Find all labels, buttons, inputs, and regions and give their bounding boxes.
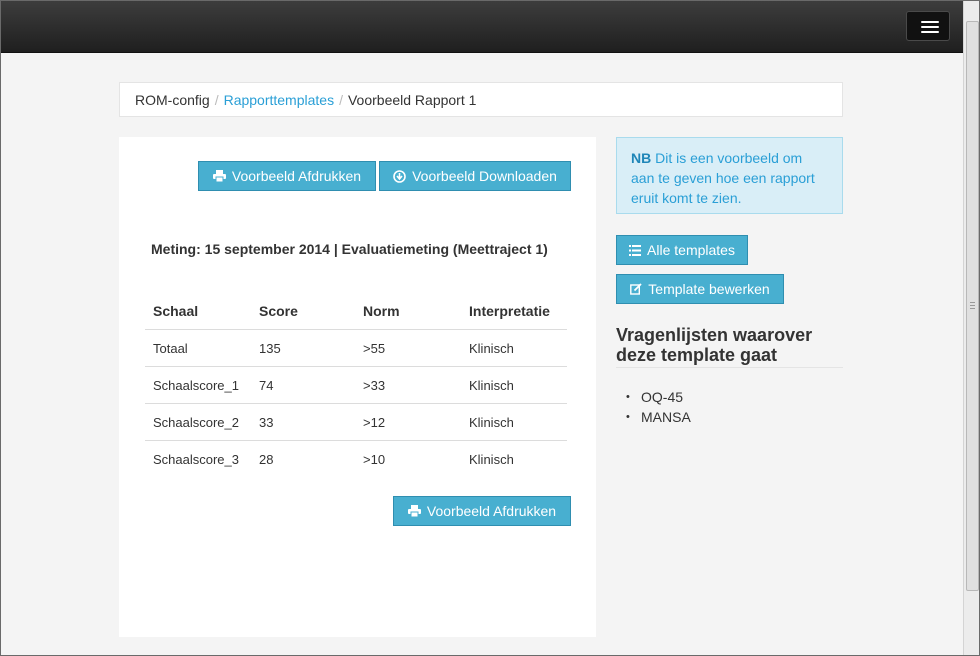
hamburger-icon-bar	[921, 31, 939, 33]
vertical-scrollbar[interactable]	[963, 1, 979, 655]
info-alert: NB Dit is een voorbeeld om aan te geven …	[616, 137, 843, 214]
bullet-icon: •	[626, 391, 630, 403]
download-circle-icon	[393, 169, 406, 183]
table-row: Totaal 135 >55 Klinisch	[145, 329, 567, 367]
cell-norm: >12	[355, 403, 461, 441]
edit-icon	[630, 283, 642, 295]
score-table: Schaal Score Norm Interpretatie Totaal 1…	[145, 293, 567, 477]
alert-text: Dit is een voorbeeld om aan te geven hoe…	[631, 150, 815, 206]
scrollbar-thumb[interactable]	[966, 21, 979, 591]
breadcrumb-current: Voorbeeld Rapport 1	[347, 91, 477, 108]
cell-interpretatie: Klinisch	[469, 451, 514, 467]
cell-score: 28	[259, 451, 274, 467]
breadcrumb-rom-config: ROM-config	[135, 91, 210, 108]
print-icon	[212, 170, 226, 182]
list-item: • MANSA	[626, 407, 691, 427]
print-preview-label: Voorbeeld Afdrukken	[231, 168, 362, 184]
edit-template-button[interactable]: Template bewerken	[616, 274, 784, 304]
cell-score: 135	[251, 329, 355, 367]
download-preview-button[interactable]: Voorbeeld Downloaden	[379, 161, 571, 191]
print-preview-bottom-label: Voorbeeld Afdrukken	[426, 503, 557, 519]
table-row: Schaalscore_1 74 >33 Klinisch	[145, 366, 567, 404]
list-icon	[629, 244, 642, 256]
cell-schaal: Totaal	[145, 329, 251, 367]
bullet-icon: •	[626, 411, 630, 423]
cell-schaal: Schaalscore_3	[153, 451, 239, 467]
all-templates-label: Alle templates	[647, 242, 735, 258]
print-preview-button[interactable]: Voorbeeld Afdrukken	[198, 161, 376, 191]
print-icon	[407, 505, 421, 517]
questionnaire-name: OQ-45	[641, 389, 684, 405]
questionnaire-name: MANSA	[641, 409, 691, 425]
scrollbar-grip	[970, 302, 975, 310]
cell-schaal: Schaalscore_1	[145, 366, 251, 404]
column-header-interpretatie: Interpretatie	[461, 293, 567, 330]
breadcrumb-separator: /	[339, 91, 343, 108]
hamburger-icon-bar	[921, 26, 939, 28]
print-preview-bottom-button[interactable]: Voorbeeld Afdrukken	[393, 496, 571, 526]
cell-interpretatie: Klinisch	[461, 366, 567, 404]
cell-norm: >10	[363, 451, 386, 467]
edit-template-label: Template bewerken	[648, 281, 770, 297]
table-row: Schaalscore_2 33 >12 Klinisch	[145, 403, 567, 441]
breadcrumb-separator: /	[214, 91, 219, 108]
questionnaire-list: • OQ-45 • MANSA	[626, 387, 691, 427]
cell-interpretatie: Klinisch	[461, 329, 567, 367]
table-header-row: Schaal Score Norm Interpretatie	[145, 293, 567, 330]
top-navbar	[1, 1, 963, 53]
cell-score: 74	[251, 366, 355, 404]
alert-strong: NB	[631, 150, 652, 166]
questionnaires-heading: Vragenlijsten waarover deze template gaa…	[616, 325, 843, 368]
list-item: • OQ-45	[626, 387, 691, 407]
download-preview-label: Voorbeeld Downloaden	[412, 168, 557, 184]
breadcrumb: ROM-config / Rapporttemplates / Voorbeel…	[119, 82, 843, 117]
table-row: Schaalscore_3 28 >10 Klinisch	[145, 441, 567, 478]
column-header-score: Score	[251, 293, 355, 330]
cell-norm: >55	[355, 329, 461, 367]
browser-window: ROM-config / Rapporttemplates / Voorbeel…	[0, 0, 980, 656]
meting-heading: Meting: 15 september 2014 | Evaluatiemet…	[151, 241, 548, 257]
cell-interpretatie: Klinisch	[461, 403, 567, 441]
column-header-schaal: Schaal	[145, 293, 251, 330]
cell-schaal: Schaalscore_2	[145, 403, 251, 441]
all-templates-button[interactable]: Alle templates	[616, 235, 748, 265]
hamburger-icon	[921, 21, 939, 23]
cell-score: 33	[251, 403, 355, 441]
column-header-norm: Norm	[355, 293, 461, 330]
breadcrumb-rapporttemplates-link[interactable]: Rapporttemplates	[224, 92, 335, 108]
menu-toggle-button[interactable]	[906, 11, 950, 41]
cell-norm: >33	[355, 366, 461, 404]
